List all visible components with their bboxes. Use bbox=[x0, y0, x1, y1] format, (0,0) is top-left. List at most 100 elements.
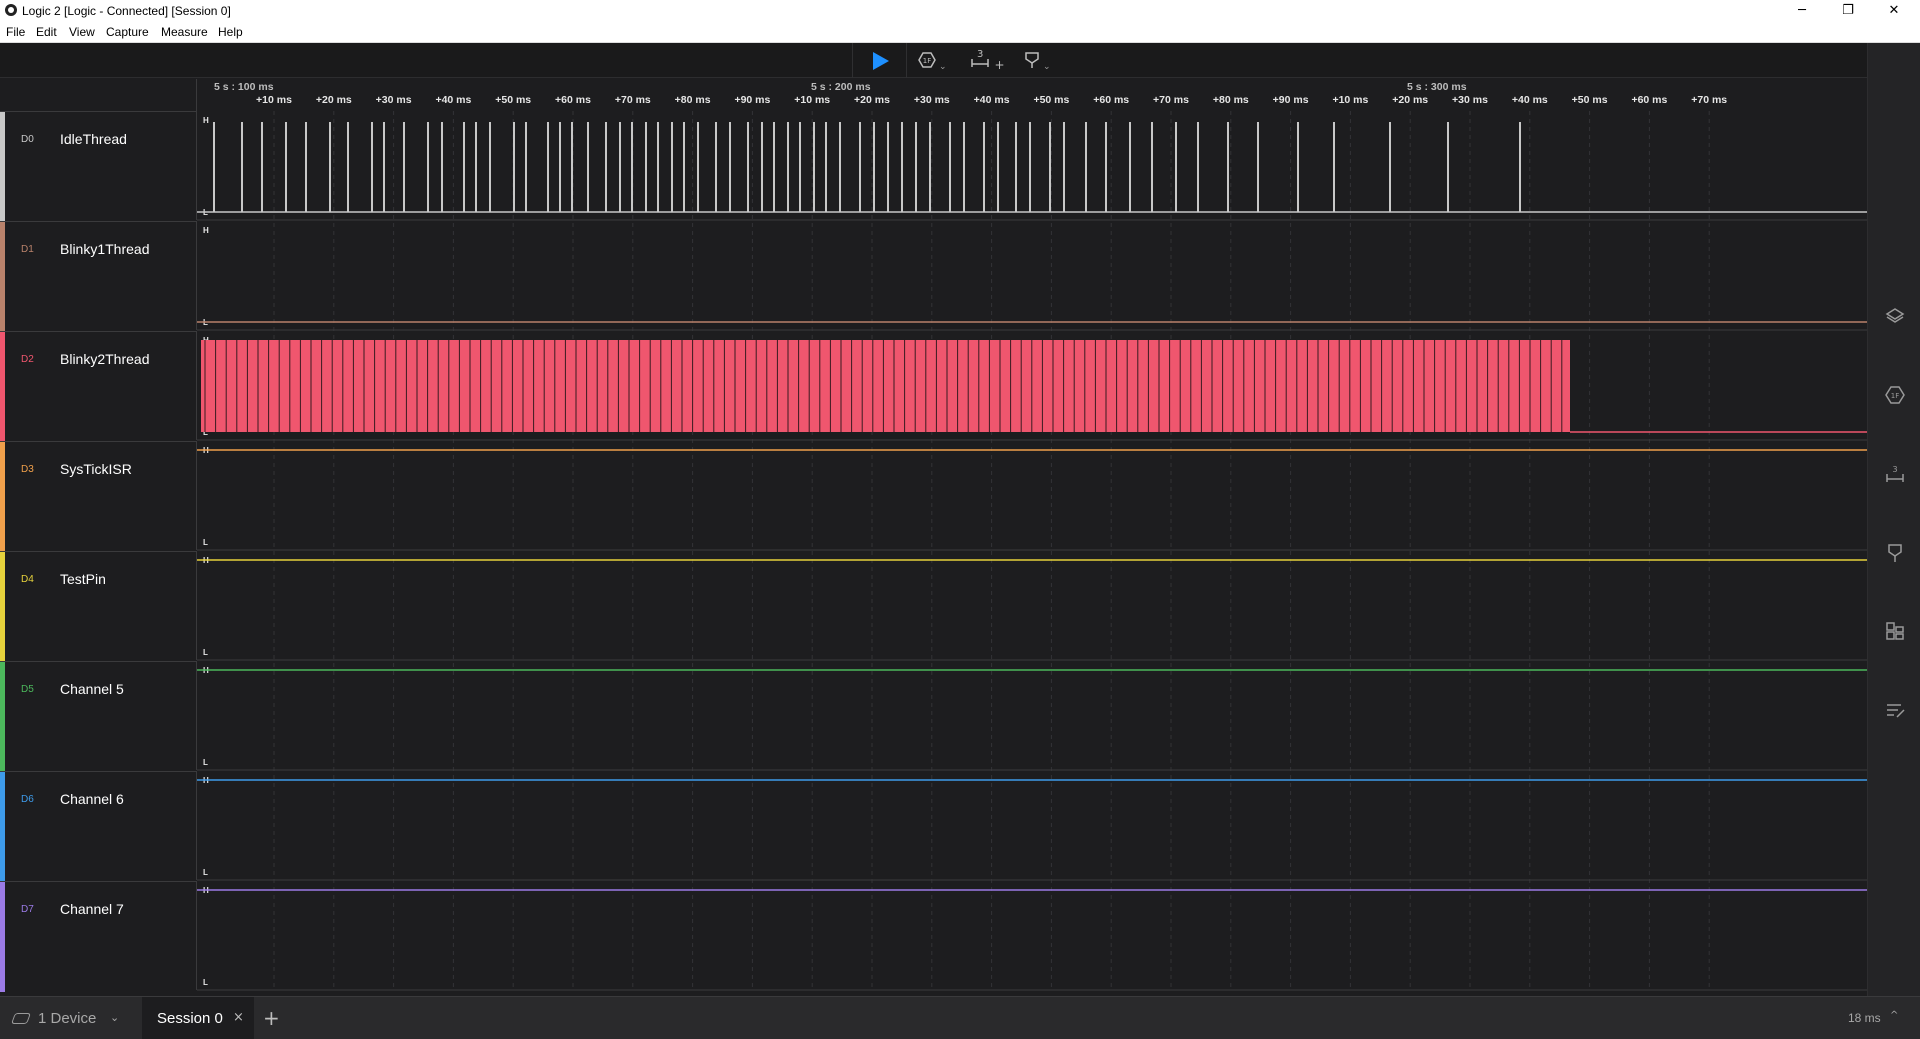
ruler-tick-label: +80 ms bbox=[675, 94, 711, 106]
channel-id: D0 bbox=[21, 134, 34, 145]
tab-session-0[interactable]: Session 0 × bbox=[142, 997, 254, 1039]
marker-icon bbox=[1025, 52, 1039, 68]
close-session-button[interactable]: × bbox=[233, 1010, 244, 1025]
ruler-tick-label: +40 ms bbox=[974, 94, 1010, 106]
bottom-bar: 1 Device ⌄ Session 0 × + 18 ms ^ bbox=[0, 996, 1920, 1039]
ruler-major-label: 5 s : 300 ms bbox=[1407, 81, 1467, 93]
ruler-tick-label: +90 ms bbox=[1273, 94, 1309, 106]
menu-edit[interactable]: Edit bbox=[36, 25, 57, 39]
menu-file[interactable]: File bbox=[6, 25, 25, 39]
close-window-button[interactable]: ✕ bbox=[1871, 0, 1917, 22]
channel-row-d0[interactable]: D0 IdleThread bbox=[0, 111, 197, 222]
ruler-tick-label: +50 ms bbox=[1033, 94, 1069, 106]
marker-dropdown[interactable]: ⌄ bbox=[1024, 51, 1051, 72]
low-level-label: L bbox=[203, 868, 208, 877]
right-sidebar: 1F 3 bbox=[1867, 43, 1920, 996]
add-session-button[interactable]: + bbox=[263, 1006, 280, 1030]
device-icon bbox=[10, 1013, 32, 1024]
channel-id: D5 bbox=[21, 684, 34, 695]
channel-name[interactable]: Channel 6 bbox=[60, 791, 124, 807]
analyzers-icon: 1F bbox=[918, 52, 936, 68]
play-icon bbox=[873, 52, 889, 70]
ruler-tick-label: +50 ms bbox=[495, 94, 531, 106]
waveform-svg: HLHLHLHLHLHLHLHL bbox=[197, 111, 1867, 991]
time-ruler[interactable]: +10 ms +20 ms +30 ms +40 ms +50 ms +60 ms +70 … bbox=[197, 79, 1867, 111]
svg-text:3: 3 bbox=[1892, 465, 1897, 474]
start-capture-button[interactable] bbox=[852, 43, 907, 78]
channel-id: D1 bbox=[21, 244, 34, 255]
menu-help[interactable]: Help bbox=[218, 25, 243, 39]
channel-name[interactable]: Channel 5 bbox=[60, 681, 124, 697]
ruler-tick-label: +80 ms bbox=[1213, 94, 1249, 106]
signal-trace bbox=[197, 122, 1867, 213]
waveform-area[interactable]: HLHLHLHLHLHLHLHL bbox=[197, 111, 1867, 991]
channel-id: D3 bbox=[21, 464, 34, 475]
menu-measure[interactable]: Measure bbox=[161, 25, 208, 39]
menu-view[interactable]: View bbox=[69, 25, 95, 39]
channel-id: D2 bbox=[21, 354, 34, 365]
capture-toolbar: 1F ⌄ 3 + ⌄ bbox=[0, 43, 1867, 78]
channel-row-d5[interactable]: D5 Channel 5 bbox=[0, 661, 197, 772]
time-ruler-svg: +10 ms +20 ms +30 ms +40 ms +50 ms +60 ms +70 … bbox=[214, 81, 1727, 106]
ruler-tick-label: +70 ms bbox=[615, 94, 651, 106]
notes-panel-icon[interactable] bbox=[1885, 700, 1905, 720]
ruler-tick-label: +60 ms bbox=[1631, 94, 1667, 106]
ruler-tick-label: +20 ms bbox=[1392, 94, 1428, 106]
ruler-tick-label: +10 ms bbox=[1332, 94, 1368, 106]
device-label: 1 Device bbox=[38, 1010, 97, 1027]
ruler-tick-label: +70 ms bbox=[1691, 94, 1727, 106]
channel-name[interactable]: Blinky1Thread bbox=[60, 241, 150, 257]
channel-color-stripe bbox=[0, 552, 5, 662]
chevron-down-icon: ⌄ bbox=[110, 1011, 120, 1024]
ruler-tick-label: +40 ms bbox=[435, 94, 471, 106]
analyzers-dropdown[interactable]: 1F ⌄ bbox=[918, 51, 947, 72]
ruler-tick-label: +50 ms bbox=[1572, 94, 1608, 106]
logic2-app: Logic 2 [Logic - Connected] [Session 0] … bbox=[0, 0, 1920, 1039]
channel-color-stripe bbox=[0, 772, 5, 882]
signal-trace bbox=[201, 340, 1867, 433]
menu-capture[interactable]: Capture bbox=[106, 25, 149, 39]
channel-id: D7 bbox=[21, 904, 34, 915]
channel-row-d2[interactable]: D2 Blinky2Thread bbox=[0, 331, 197, 442]
chevron-down-icon: ⌄ bbox=[939, 62, 947, 72]
ruler-major-label: 5 s : 200 ms bbox=[811, 81, 871, 93]
extensions-panel-icon[interactable]: 1F bbox=[1885, 385, 1905, 405]
channel-name[interactable]: TestPin bbox=[60, 571, 106, 587]
chevron-up-icon[interactable]: ^ bbox=[1890, 1010, 1898, 1021]
channel-name[interactable]: Blinky2Thread bbox=[60, 351, 150, 367]
minimize-button[interactable]: ─ bbox=[1779, 0, 1825, 22]
markers-panel-icon[interactable] bbox=[1885, 543, 1905, 563]
ruler-tick-label: +30 ms bbox=[1452, 94, 1488, 106]
layout-panel-icon[interactable] bbox=[1885, 621, 1905, 641]
svg-text:1F: 1F bbox=[1891, 392, 1899, 400]
low-level-label: L bbox=[203, 978, 208, 987]
low-level-label: L bbox=[203, 758, 208, 767]
ruler-tick-label: +10 ms bbox=[794, 94, 830, 106]
channel-row-d4[interactable]: D4 TestPin bbox=[0, 551, 197, 662]
maximize-button[interactable]: ❐ bbox=[1825, 0, 1871, 22]
measure-dropdown[interactable]: 3 + bbox=[970, 49, 1005, 72]
ruler-tick-label: +10 ms bbox=[256, 94, 292, 106]
device-selector[interactable]: 1 Device ⌄ bbox=[0, 997, 135, 1039]
channel-color-stripe bbox=[0, 332, 5, 442]
channel-row-d3[interactable]: D3 SysTickISR bbox=[0, 441, 197, 552]
app-logo-icon bbox=[5, 4, 17, 16]
measurements-panel-icon[interactable]: 3 bbox=[1885, 464, 1905, 484]
channel-row-d7[interactable]: D7 Channel 7 bbox=[0, 881, 197, 992]
analyzers-panel-icon[interactable] bbox=[1885, 306, 1905, 326]
ruler-tick-label: +60 ms bbox=[555, 94, 591, 106]
channel-name[interactable]: IdleThread bbox=[60, 131, 127, 147]
channel-color-stripe bbox=[0, 222, 5, 332]
channel-color-stripe bbox=[0, 112, 5, 222]
add-measure-icon: + bbox=[994, 58, 1005, 72]
channel-color-stripe bbox=[0, 662, 5, 772]
high-level-label: H bbox=[203, 226, 209, 235]
ruler-corner bbox=[0, 79, 197, 111]
chevron-down-icon: ⌄ bbox=[1043, 62, 1051, 72]
svg-text:1F: 1F bbox=[923, 57, 931, 65]
channel-row-d6[interactable]: D6 Channel 6 bbox=[0, 771, 197, 882]
channel-row-d1[interactable]: D1 Blinky1Thread bbox=[0, 221, 197, 332]
channel-name[interactable]: SysTickISR bbox=[60, 461, 132, 477]
channel-name[interactable]: Channel 7 bbox=[60, 901, 124, 917]
ruler-tick-label: +30 ms bbox=[376, 94, 412, 106]
